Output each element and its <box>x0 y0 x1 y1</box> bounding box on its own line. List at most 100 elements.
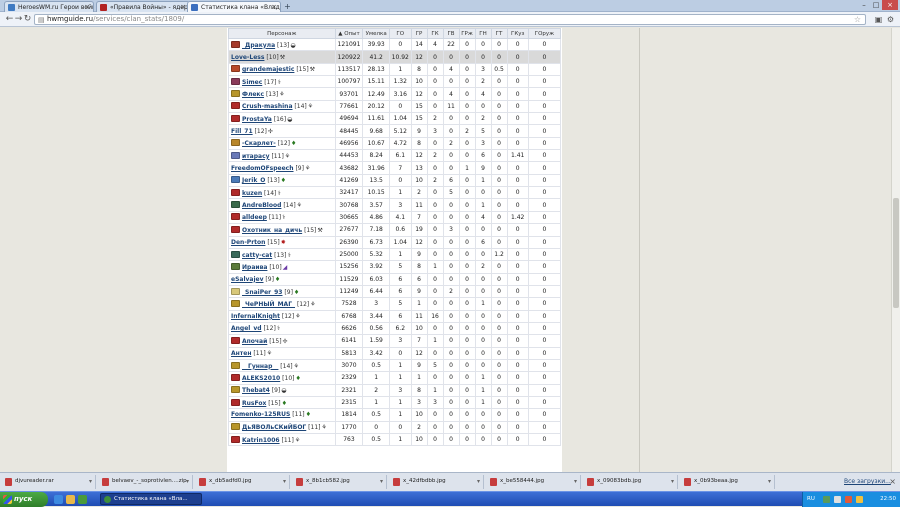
update-icon[interactable] <box>856 496 863 503</box>
folder-icon[interactable] <box>66 495 75 504</box>
network-icon[interactable] <box>823 496 830 503</box>
stat-cell: 0 <box>474 50 492 64</box>
column-header[interactable]: Персонаж <box>228 28 336 39</box>
column-header[interactable]: ГОруж <box>527 28 562 39</box>
chevron-down-icon[interactable]: ▾ <box>89 478 92 485</box>
faction-icon <box>231 423 240 431</box>
player-name-link[interactable]: Den-Prton <box>231 239 265 246</box>
tab-close-icon[interactable]: × <box>271 3 277 11</box>
player-name-link[interactable]: _Дракула <box>242 42 275 49</box>
column-header[interactable]: ГКуз <box>506 28 529 39</box>
chevron-down-icon[interactable]: ▾ <box>671 478 674 485</box>
player-name-link[interactable]: Angel_vd <box>231 325 262 332</box>
player-name-link[interactable]: Апочай <box>242 338 267 345</box>
column-header[interactable]: ГР <box>410 28 428 39</box>
chevron-down-icon[interactable]: ▾ <box>768 478 771 485</box>
chevron-down-icon[interactable]: ▾ <box>574 478 577 485</box>
column-header[interactable]: ГВ <box>442 28 460 39</box>
ie-icon[interactable] <box>54 495 63 504</box>
table-row: catty-cat [13]⚕ 25000 5.32 1 9 0 0 0 0 1.2 0 0 <box>228 247 562 262</box>
download-item[interactable]: x_09083bdb.jpg ▾ <box>584 475 678 489</box>
column-header[interactable]: ГТ <box>490 28 508 39</box>
player-name-link[interactable]: grandemajestic <box>242 66 294 73</box>
column-header[interactable]: ГО <box>389 28 412 39</box>
chevron-down-icon[interactable]: ▾ <box>186 478 189 485</box>
player-name-link[interactable]: Crush-mashina <box>242 103 293 110</box>
tab-2[interactable]: «Правила Войны» - ядерная с× <box>96 1 190 12</box>
vertical-scrollbar[interactable] <box>891 28 900 472</box>
bookmark-star-icon[interactable]: ☆ <box>854 15 861 24</box>
scrollbar-thumb[interactable] <box>893 198 899 308</box>
stat-cell: 46956 <box>334 136 364 151</box>
tab-3[interactable]: Статистика клана «Владею × <box>187 1 281 12</box>
stat-cell: 7 <box>410 210 428 225</box>
download-item[interactable]: x_be558444.jpg ▾ <box>487 475 581 489</box>
start-button[interactable]: пуск <box>0 492 48 507</box>
download-item[interactable]: x_42dfbdbb.jpg ▾ <box>390 475 484 489</box>
player-name-link[interactable]: Jerik_O <box>242 177 265 184</box>
download-item[interactable]: x_8b1cb582.jpg ▾ <box>293 475 387 489</box>
player-name-link[interactable]: ALEKS2010 <box>242 375 280 382</box>
chrome-icon[interactable] <box>78 495 87 504</box>
tab-1[interactable]: HeroesWM.ru Герои войны и× <box>4 1 94 12</box>
download-item[interactable]: x_db5adfd0.jpg ▾ <box>196 475 290 489</box>
tab-close-icon[interactable]: × <box>84 3 90 11</box>
player-name-link[interactable]: ДьЯВОЛьСКиЙБОГ <box>242 424 306 431</box>
stat-cell: 0 <box>426 223 444 237</box>
maximize-button[interactable]: □ <box>870 0 882 10</box>
player-name-link[interactable]: _ЧеРНЫЙ_МАГ_ <box>242 301 295 308</box>
player-name-link[interactable]: RusFox <box>242 400 266 407</box>
chevron-down-icon[interactable]: ▾ <box>283 478 286 485</box>
player-name-link[interactable]: Флекс <box>242 91 264 98</box>
player-name-link[interactable]: -Скарлет- <box>242 140 276 147</box>
player-name-link[interactable]: Love-Less <box>231 54 264 61</box>
taskbar-window-item[interactable]: Статистика клана «Вла... <box>100 493 202 505</box>
player-name-link[interactable]: InfernalKnight <box>231 313 280 320</box>
player-name-link[interactable]: Thebat4 <box>242 387 270 394</box>
page-menu-icon[interactable]: ▣ <box>873 14 884 25</box>
player-name-link[interactable]: итарасу <box>242 153 270 160</box>
column-header[interactable]: ГН <box>474 28 492 39</box>
language-indicator[interactable]: RU <box>807 492 815 507</box>
player-name-link[interactable]: eSalvajev <box>231 276 264 283</box>
reload-button[interactable]: ↻ <box>22 14 33 25</box>
table-row: kuzen [14]⚕ 32417 10.15 1 2 0 5 0 0 0 0 0 <box>228 186 562 200</box>
player-name-link[interactable]: Fill_71 <box>231 128 253 135</box>
player-name-link[interactable]: FreedomOFspeech <box>231 165 294 172</box>
player-name-link[interactable]: catty-cat <box>242 252 272 259</box>
antivirus-icon[interactable] <box>845 496 852 503</box>
column-header[interactable]: ▲ Опыт <box>334 28 364 39</box>
player-name-link[interactable]: _SnaiPer_93 <box>242 289 282 296</box>
address-bar[interactable]: ▤ hwmguide.ru/services/clan_stats/1809/ … <box>34 14 866 25</box>
minimize-button[interactable]: – <box>858 0 870 10</box>
player-name-link[interactable]: Simec <box>242 79 262 86</box>
column-header[interactable]: ГК <box>426 28 444 39</box>
show-all-downloads-link[interactable]: Все загрузки... <box>844 478 891 485</box>
download-item[interactable]: x_0b93beaa.jpg ▾ <box>681 475 775 489</box>
download-item[interactable]: belvaev_-_soprotivlen....zip ▾ <box>99 475 193 489</box>
wrench-icon[interactable]: ⚙ <box>885 14 896 25</box>
player-name-link[interactable]: Fomenko-125RUS <box>231 411 290 418</box>
chevron-down-icon[interactable]: ▾ <box>380 478 383 485</box>
player-name-link[interactable]: ProstaYa <box>242 116 272 123</box>
download-item[interactable]: djvureader.rar ▾ <box>2 475 96 489</box>
column-header[interactable]: Умелка <box>362 28 390 39</box>
close-window-button[interactable]: × <box>882 0 898 10</box>
player-name-link[interactable]: AndreBlood <box>242 202 281 209</box>
stat-cell: 3 <box>442 223 460 237</box>
chevron-down-icon[interactable]: ▾ <box>477 478 480 485</box>
player-name-link[interactable]: Антен <box>231 350 251 357</box>
player-name-link[interactable]: alldeep <box>242 214 267 221</box>
stat-cell: 0 <box>442 235 460 249</box>
player-name-link[interactable]: Охотник_на_дичь <box>242 227 302 234</box>
volume-icon[interactable] <box>834 496 841 503</box>
close-downloads-icon[interactable]: × <box>889 477 896 486</box>
tab-close-icon[interactable]: × <box>180 3 186 11</box>
new-tab-button[interactable]: + <box>282 2 293 11</box>
player-name-link[interactable]: Ираива <box>242 264 267 271</box>
player-name-link[interactable]: __Гуннар__ <box>242 363 278 370</box>
player-name-link[interactable]: Katrin1006 <box>242 437 280 444</box>
column-header[interactable]: ГРж <box>458 28 476 39</box>
faction-icon <box>231 77 240 85</box>
player-name-link[interactable]: kuzen <box>242 190 262 197</box>
